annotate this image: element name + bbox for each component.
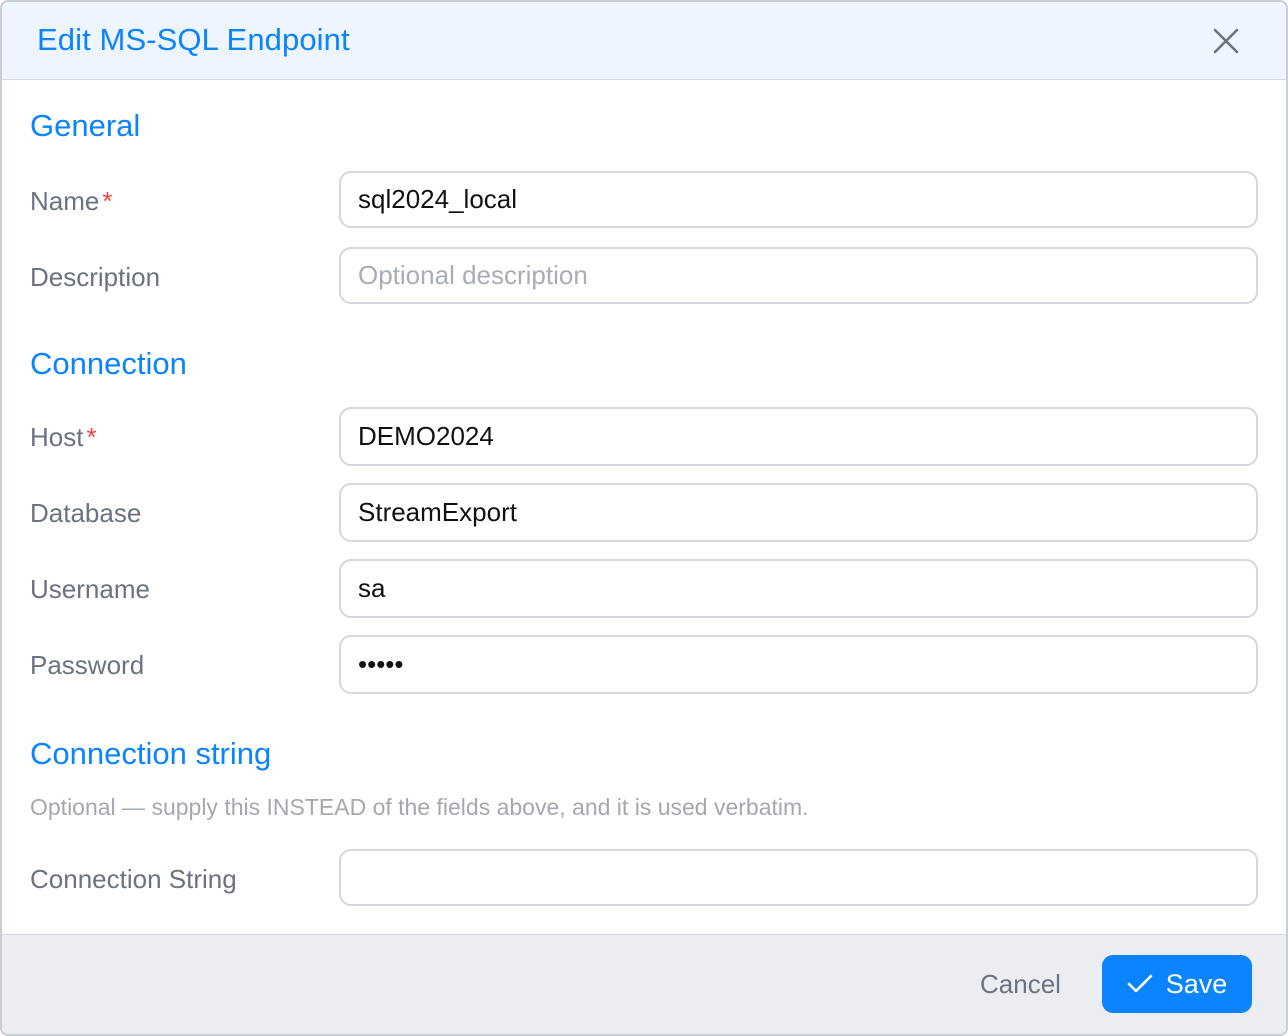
host-label: Host * [30, 421, 97, 453]
connection-string-input[interactable] [339, 849, 1258, 906]
section-title-general: General [30, 108, 141, 143]
database-input[interactable] [339, 483, 1258, 542]
dialog-footer: Cancel Save [2, 934, 1286, 1034]
cancel-button[interactable]: Cancel [980, 968, 1061, 1000]
database-label: Database [30, 498, 142, 528]
name-input[interactable] [339, 171, 1258, 228]
close-button[interactable] [1212, 27, 1240, 55]
dialog-header: Edit MS-SQL Endpoint [2, 2, 1286, 80]
password-input[interactable] [339, 635, 1258, 694]
edit-endpoint-dialog: Edit MS-SQL Endpoint General Name* Descr… [0, 0, 1288, 1036]
description-input[interactable] [339, 247, 1258, 304]
connection-string-help: Optional — supply this INSTEAD of the fi… [30, 794, 809, 820]
section-title-connection: Connection [30, 346, 187, 381]
connection-string-label: Connection String [30, 864, 237, 894]
save-label: Save [1165, 969, 1228, 999]
required-mark: * [86, 422, 97, 452]
required-mark: * [102, 186, 113, 216]
close-icon [1213, 28, 1239, 54]
username-input[interactable] [339, 559, 1258, 618]
description-label: Description [30, 262, 161, 292]
host-input[interactable] [339, 407, 1258, 466]
dialog-title: Edit MS-SQL Endpoint [37, 22, 350, 57]
section-title-connection-string: Connection string [30, 736, 272, 771]
host-label-text: Host [30, 422, 84, 452]
check-icon [1127, 974, 1153, 993]
name-label-text: Name [30, 186, 100, 216]
username-label: Username [30, 574, 150, 604]
password-label: Password [30, 650, 145, 680]
name-label: Name * [30, 185, 112, 217]
save-button[interactable]: Save [1102, 955, 1252, 1013]
